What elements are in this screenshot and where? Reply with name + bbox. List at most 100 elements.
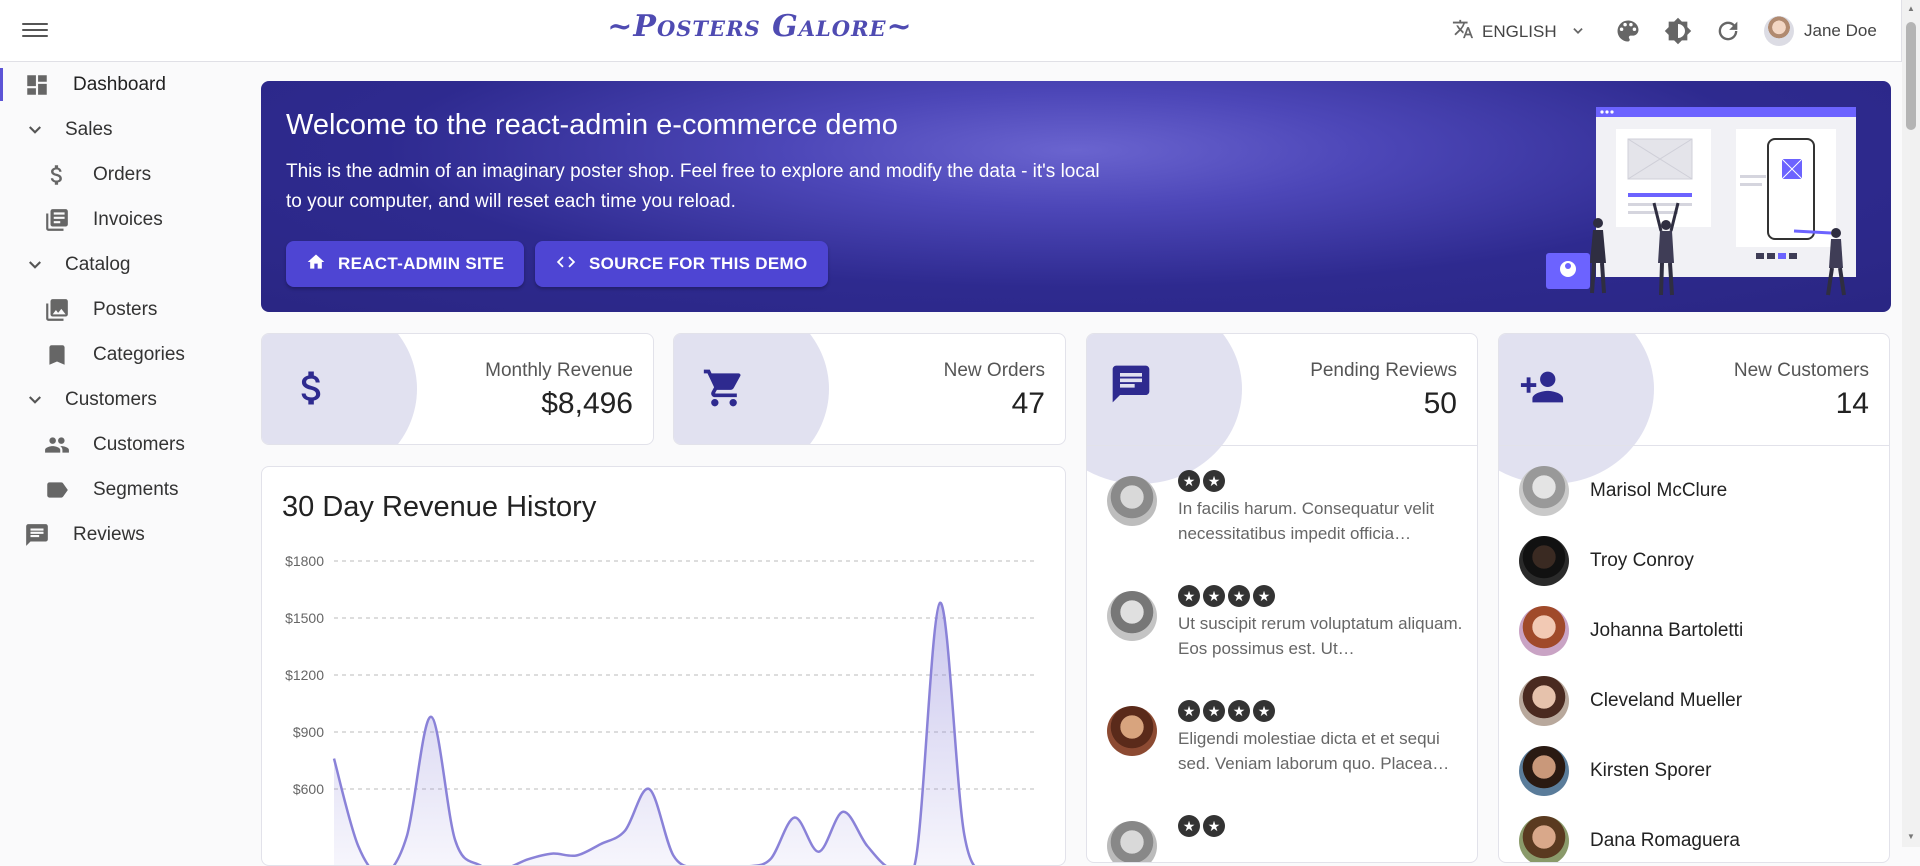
star-icon: ★: [1178, 700, 1200, 722]
language-selector[interactable]: ENGLISH: [1452, 18, 1585, 46]
scrollbar[interactable]: ▲ ▼: [1902, 0, 1920, 847]
customer-item[interactable]: Marisol McClure: [1519, 461, 1879, 521]
star-icon: ★: [1178, 470, 1200, 492]
sidebar-item-label: Invoices: [93, 208, 163, 230]
review-item[interactable]: ★ ★ ★ ★ Eligendi molestiae dicta et et sequ…: [1107, 694, 1467, 794]
sidebar-item-invoices[interactable]: Invoices: [0, 197, 250, 242]
star-icon: ★: [1203, 815, 1225, 837]
customer-name: Johanna Bartoletti: [1590, 620, 1744, 641]
library-books-icon: [44, 207, 70, 233]
sidebar-item-orders[interactable]: Orders: [0, 152, 250, 197]
review-item[interactable]: ★ ★ ★ ★ Ut suscipit rerum voluptatum aliqua…: [1107, 579, 1467, 679]
refresh-icon[interactable]: [1714, 17, 1742, 45]
divider: [1499, 445, 1889, 446]
card-decoration: [674, 334, 829, 444]
avatar: [1519, 816, 1569, 862]
star-icon: ★: [1228, 700, 1250, 722]
review-text: Ut suscipit rerum voluptatum aliquam. Eo…: [1178, 614, 1463, 658]
new-orders-card[interactable]: New Orders 47: [673, 333, 1066, 445]
avatar: [1519, 746, 1569, 796]
sidebar-item-dashboard[interactable]: Dashboard: [0, 62, 250, 107]
revenue-history-card: 30 Day Revenue History $1800 $1500 $1200 $9…: [261, 466, 1066, 866]
y-tick-label: $1500: [285, 610, 324, 626]
customer-item[interactable]: Johanna Bartoletti: [1519, 601, 1879, 661]
star-icon: ★: [1178, 585, 1200, 607]
star-rating: ★ ★: [1178, 815, 1225, 837]
new-customers-card: New Customers 14 Marisol McClure Troy Co…: [1498, 333, 1890, 863]
user-menu[interactable]: Jane Doe: [1764, 16, 1877, 46]
star-icon: ★: [1203, 470, 1225, 492]
people-icon: [44, 432, 70, 458]
chevron-down-icon: [22, 252, 48, 278]
revenue-chart: $1800 $1500 $1200 $900 $600: [285, 553, 1037, 865]
app-bar: ~Posters Galore~ ENGLISH Jane Doe: [0, 0, 1902, 62]
collections-icon: [44, 297, 70, 323]
source-for-demo-button[interactable]: SOURCE FOR THIS DEMO: [535, 241, 828, 287]
customer-name: Troy Conroy: [1590, 550, 1694, 571]
card-decoration: [262, 334, 417, 444]
avatar: [1519, 676, 1569, 726]
sidebar-item-label: Customers: [93, 433, 185, 455]
review-item[interactable]: ★ ★ In facilis harum. Consequatur velit n…: [1107, 464, 1467, 564]
scroll-up-icon[interactable]: ▲: [1907, 4, 1915, 13]
sidebar-item-label: Reviews: [73, 523, 145, 545]
sidebar-item-label: Posters: [93, 298, 158, 320]
avatar: [1107, 706, 1157, 756]
comment-icon: [24, 522, 50, 548]
chevron-down-icon: [22, 387, 48, 413]
stat-label: New Customers: [1733, 360, 1869, 381]
bookmark-icon: [44, 342, 70, 368]
app-title: ~Posters Galore~: [607, 9, 913, 44]
customer-name: Kirsten Sporer: [1590, 760, 1712, 781]
customer-name: Dana Romaguera: [1590, 830, 1740, 851]
sidebar: Dashboard Sales Orders Invoices Catalog …: [0, 62, 250, 557]
label-icon: [44, 477, 70, 503]
sidebar-item-customers[interactable]: Customers: [0, 422, 250, 467]
avatar: [1764, 16, 1794, 46]
banner-title: Welcome to the react-admin e-commerce de…: [286, 109, 898, 141]
avatar: [1107, 821, 1157, 862]
customer-item[interactable]: Dana Romaguera: [1519, 811, 1879, 862]
customer-item[interactable]: Cleveland Mueller: [1519, 671, 1879, 731]
star-icon: ★: [1253, 585, 1275, 607]
avatar: [1107, 591, 1157, 641]
comment-icon: [1109, 362, 1153, 411]
sidebar-item-label: Customers: [65, 388, 157, 410]
brightness-icon[interactable]: [1664, 17, 1692, 45]
sidebar-group-customers[interactable]: Customers: [0, 377, 250, 422]
customer-item[interactable]: Troy Conroy: [1519, 531, 1879, 591]
stat-value: $8,496: [541, 387, 633, 420]
sidebar-item-label: Dashboard: [73, 73, 166, 95]
dollar-icon: [44, 162, 70, 188]
sidebar-item-posters[interactable]: Posters: [0, 287, 250, 332]
star-icon: ★: [1228, 585, 1250, 607]
divider: [1087, 445, 1477, 446]
y-tick-label: $600: [293, 781, 324, 797]
customer-name: Marisol McClure: [1590, 480, 1728, 501]
translate-icon: [1452, 18, 1474, 46]
react-admin-site-button[interactable]: REACT-ADMIN SITE: [286, 241, 525, 287]
person-add-icon: [1519, 364, 1565, 415]
welcome-banner: Welcome to the react-admin e-commerce de…: [261, 81, 1891, 312]
star-rating: ★ ★ ★ ★: [1178, 700, 1275, 722]
y-tick-label: $1800: [285, 553, 324, 569]
customer-item[interactable]: Kirsten Sporer: [1519, 741, 1879, 801]
sidebar-group-sales[interactable]: Sales: [0, 107, 250, 152]
chevron-down-icon: [22, 117, 48, 143]
sidebar-group-catalog[interactable]: Catalog: [0, 242, 250, 287]
sidebar-item-segments[interactable]: Segments: [0, 467, 250, 512]
scrollbar-thumb[interactable]: [1906, 22, 1916, 130]
star-rating: ★ ★: [1178, 470, 1225, 492]
review-item[interactable]: ★ ★: [1107, 809, 1467, 862]
star-icon: ★: [1203, 585, 1225, 607]
chevron-down-icon: [1571, 24, 1585, 41]
sidebar-item-label: Segments: [93, 478, 179, 500]
sidebar-item-label: Orders: [93, 163, 152, 185]
palette-icon[interactable]: [1614, 17, 1642, 45]
sidebar-item-reviews[interactable]: Reviews: [0, 512, 250, 557]
monthly-revenue-card[interactable]: Monthly Revenue $8,496: [261, 333, 654, 445]
star-icon: ★: [1178, 815, 1200, 837]
sidebar-item-categories[interactable]: Categories: [0, 332, 250, 377]
banner-text: This is the admin of an imaginary poster…: [286, 161, 1100, 212]
scroll-down-icon[interactable]: ▼: [1907, 832, 1915, 841]
